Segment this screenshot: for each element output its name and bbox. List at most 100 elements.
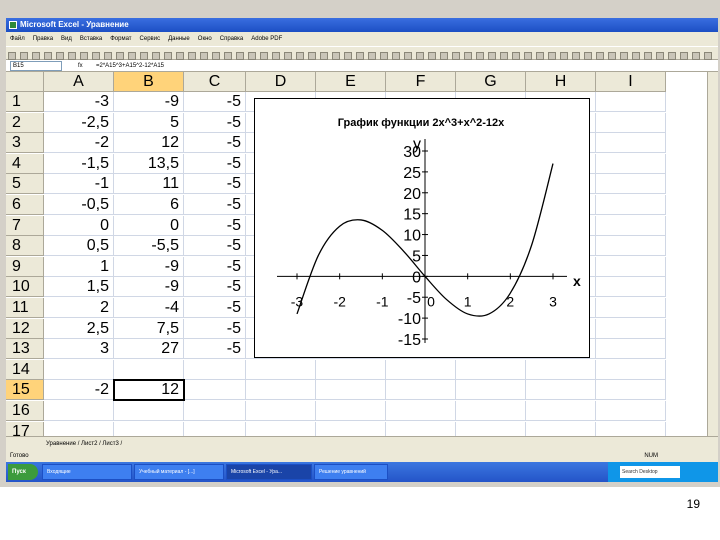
row-header[interactable]: 6 [6, 195, 44, 215]
cell-a2[interactable]: -2,5 [44, 112, 114, 133]
row-header[interactable]: 3 [6, 133, 44, 154]
cell-c6[interactable]: -5 [184, 195, 246, 215]
cell-b10[interactable]: -9 [114, 277, 184, 298]
empty-cell[interactable] [596, 174, 666, 195]
toolbar-button-icon[interactable] [476, 52, 484, 60]
empty-cell[interactable] [596, 380, 666, 401]
toolbar-button-icon[interactable] [428, 52, 436, 60]
menu-item-9[interactable]: Adobe PDF [251, 32, 282, 46]
empty-cell[interactable] [246, 359, 316, 380]
row-header[interactable]: 15 [6, 380, 44, 401]
toolbar-button-icon[interactable] [392, 52, 400, 60]
cell-b3[interactable]: 12 [114, 133, 184, 154]
cell-c14[interactable] [184, 359, 246, 380]
empty-cell[interactable] [456, 359, 526, 380]
cell-c1[interactable]: -5 [184, 92, 246, 112]
row-header[interactable]: 7 [6, 215, 44, 236]
desktop-search-input[interactable]: Search Desktop [620, 466, 680, 478]
toolbar-button-icon[interactable] [680, 52, 688, 60]
column-header-g[interactable]: G [456, 72, 526, 92]
row-header[interactable]: 8 [6, 236, 44, 257]
cell-a17[interactable] [44, 421, 114, 436]
toolbar-button-icon[interactable] [440, 52, 448, 60]
toolbar-button-icon[interactable] [116, 52, 124, 60]
vertical-scrollbar[interactable] [707, 72, 718, 436]
toolbar-button-icon[interactable] [224, 52, 232, 60]
menu-item-8[interactable]: Справка [220, 32, 244, 46]
row-header[interactable]: 17 [6, 421, 44, 436]
row-header[interactable]: 12 [6, 318, 44, 339]
toolbar-button-icon[interactable] [332, 52, 340, 60]
toolbar-button-icon[interactable] [452, 52, 460, 60]
empty-cell[interactable] [526, 359, 596, 380]
row-header[interactable]: 5 [6, 174, 44, 195]
empty-cell[interactable] [456, 380, 526, 401]
column-header-i[interactable]: I [596, 72, 666, 92]
empty-cell[interactable] [596, 401, 666, 421]
empty-cell[interactable] [596, 133, 666, 154]
row-header[interactable]: 2 [6, 112, 44, 133]
toolbar-button-icon[interactable] [188, 52, 196, 60]
cell-c17[interactable] [184, 421, 246, 436]
empty-cell[interactable] [596, 359, 666, 380]
empty-cell[interactable] [596, 92, 666, 112]
toolbar-button-icon[interactable] [128, 52, 136, 60]
toolbar-button-icon[interactable] [500, 52, 508, 60]
empty-cell[interactable] [596, 421, 666, 436]
column-header-f[interactable]: F [386, 72, 456, 92]
menu-item-0[interactable]: Файл [10, 32, 25, 46]
cell-b12[interactable]: 7,5 [114, 318, 184, 339]
cell-b17[interactable] [114, 421, 184, 436]
toolbar-button-icon[interactable] [296, 52, 304, 60]
empty-cell[interactable] [596, 112, 666, 133]
task-inbox[interactable]: Входящие [42, 464, 132, 480]
toolbar-button-icon[interactable] [8, 52, 16, 60]
cell-a7[interactable]: 0 [44, 215, 114, 236]
toolbar-button-icon[interactable] [152, 52, 160, 60]
toolbar-button-icon[interactable] [668, 52, 676, 60]
cell-b14[interactable] [114, 359, 184, 380]
column-header-c[interactable]: C [184, 72, 246, 92]
column-header-e[interactable]: E [316, 72, 386, 92]
toolbar-button-icon[interactable] [320, 52, 328, 60]
chart-area[interactable]: График функции 2x^3+x^2-12x 30 25 20 15 10 5 0… [254, 98, 590, 358]
cell-c9[interactable]: -5 [184, 256, 246, 277]
row-header[interactable]: 11 [6, 298, 44, 318]
row-header[interactable]: 10 [6, 277, 44, 298]
column-header-a[interactable]: A [44, 72, 114, 92]
cell-c5[interactable]: -5 [184, 174, 246, 195]
menu-item-7[interactable]: Окно [198, 32, 212, 46]
toolbar-button-icon[interactable] [524, 52, 532, 60]
toolbar-button-icon[interactable] [608, 52, 616, 60]
cell-c4[interactable]: -5 [184, 153, 246, 174]
cell-b2[interactable]: 5 [114, 112, 184, 133]
toolbar-button-icon[interactable] [308, 52, 316, 60]
toolbar-button-icon[interactable] [344, 52, 352, 60]
cell-c8[interactable]: -5 [184, 236, 246, 257]
empty-cell[interactable] [316, 380, 386, 401]
empty-cell[interactable] [386, 401, 456, 421]
cell-b16[interactable] [114, 401, 184, 421]
sheet-tabs[interactable]: Уравнение / Лист2 / Лист3 / [46, 437, 122, 451]
formula-input[interactable]: =2*A15^3+A15^2-12*A15 [96, 60, 164, 72]
toolbar-button-icon[interactable] [272, 52, 280, 60]
empty-cell[interactable] [456, 421, 526, 436]
cell-a16[interactable] [44, 401, 114, 421]
toolbar-button-icon[interactable] [236, 52, 244, 60]
cell-c15[interactable] [184, 380, 246, 401]
cell-a6[interactable]: -0,5 [44, 195, 114, 215]
task-learning-material[interactable]: Учебный материал - [...] [134, 464, 224, 480]
toolbar-button-icon[interactable] [32, 52, 40, 60]
cell-a12[interactable]: 2,5 [44, 318, 114, 339]
cell-a11[interactable]: 2 [44, 298, 114, 318]
toolbar-button-icon[interactable] [404, 52, 412, 60]
cell-a10[interactable]: 1,5 [44, 277, 114, 298]
cell-c10[interactable]: -5 [184, 277, 246, 298]
menu-item-5[interactable]: Сервис [140, 32, 161, 46]
name-box[interactable]: B15 [10, 61, 62, 71]
toolbar-button-icon[interactable] [284, 52, 292, 60]
empty-cell[interactable] [456, 401, 526, 421]
cell-b5[interactable]: 11 [114, 174, 184, 195]
toolbar-button-icon[interactable] [560, 52, 568, 60]
fx-icon[interactable]: fx [78, 60, 83, 72]
